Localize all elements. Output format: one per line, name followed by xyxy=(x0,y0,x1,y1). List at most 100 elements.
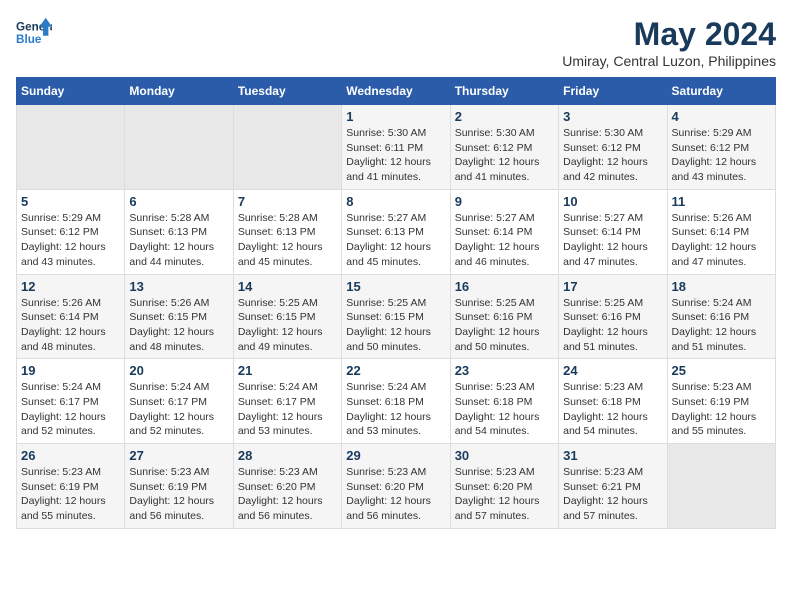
calendar-cell: 7 Sunrise: 5:28 AM Sunset: 6:13 PM Daylig… xyxy=(233,189,341,274)
calendar-cell: 10 Sunrise: 5:27 AM Sunset: 6:14 PM Dayli… xyxy=(559,189,667,274)
calendar-cell: 20 Sunrise: 5:24 AM Sunset: 6:17 PM Dayli… xyxy=(125,359,233,444)
weekday-header-monday: Monday xyxy=(125,78,233,105)
day-number: 4 xyxy=(672,109,771,124)
day-info: Sunrise: 5:30 AM Sunset: 6:12 PM Dayligh… xyxy=(563,126,662,185)
day-info: Sunrise: 5:24 AM Sunset: 6:17 PM Dayligh… xyxy=(21,380,120,439)
day-number: 14 xyxy=(238,279,337,294)
calendar-cell xyxy=(17,105,125,190)
week-row-1: 1 Sunrise: 5:30 AM Sunset: 6:11 PM Daylig… xyxy=(17,105,776,190)
day-info: Sunrise: 5:27 AM Sunset: 6:14 PM Dayligh… xyxy=(563,211,662,270)
calendar-cell: 14 Sunrise: 5:25 AM Sunset: 6:15 PM Dayli… xyxy=(233,274,341,359)
title-area: May 2024 Umiray, Central Luzon, Philippi… xyxy=(562,16,776,69)
main-title: May 2024 xyxy=(562,16,776,53)
day-number: 26 xyxy=(21,448,120,463)
subtitle: Umiray, Central Luzon, Philippines xyxy=(562,53,776,69)
day-number: 22 xyxy=(346,363,445,378)
weekday-header-sunday: Sunday xyxy=(17,78,125,105)
day-info: Sunrise: 5:23 AM Sunset: 6:20 PM Dayligh… xyxy=(238,465,337,524)
calendar-cell: 11Sunrise: 5:26 AM Sunset: 6:14 PM Dayli… xyxy=(667,189,775,274)
calendar-cell: 8 Sunrise: 5:27 AM Sunset: 6:13 PM Daylig… xyxy=(342,189,450,274)
day-number: 24 xyxy=(563,363,662,378)
calendar-cell: 25Sunrise: 5:23 AM Sunset: 6:19 PM Dayli… xyxy=(667,359,775,444)
calendar-cell: 12 Sunrise: 5:26 AM Sunset: 6:14 PM Dayli… xyxy=(17,274,125,359)
week-row-4: 19 Sunrise: 5:24 AM Sunset: 6:17 PM Dayli… xyxy=(17,359,776,444)
day-number: 29 xyxy=(346,448,445,463)
day-info: Sunrise: 5:30 AM Sunset: 6:12 PM Dayligh… xyxy=(455,126,554,185)
day-number: 21 xyxy=(238,363,337,378)
calendar-cell: 23Sunrise: 5:23 AM Sunset: 6:18 PM Dayli… xyxy=(450,359,558,444)
day-number: 1 xyxy=(346,109,445,124)
day-number: 2 xyxy=(455,109,554,124)
calendar-cell: 15 Sunrise: 5:25 AM Sunset: 6:15 PM Dayli… xyxy=(342,274,450,359)
day-number: 31 xyxy=(563,448,662,463)
day-number: 16 xyxy=(455,279,554,294)
calendar-cell: 30Sunrise: 5:23 AM Sunset: 6:20 PM Dayli… xyxy=(450,444,558,529)
calendar-cell: 31 Sunrise: 5:23 AM Sunset: 6:21 PM Dayli… xyxy=(559,444,667,529)
calendar-cell: 18 Sunrise: 5:24 AM Sunset: 6:16 PM Dayli… xyxy=(667,274,775,359)
calendar-cell: 16Sunrise: 5:25 AM Sunset: 6:16 PM Dayli… xyxy=(450,274,558,359)
day-info: Sunrise: 5:24 AM Sunset: 6:17 PM Dayligh… xyxy=(238,380,337,439)
logo-icon: General Blue xyxy=(16,16,52,52)
day-info: Sunrise: 5:23 AM Sunset: 6:19 PM Dayligh… xyxy=(21,465,120,524)
day-info: Sunrise: 5:25 AM Sunset: 6:15 PM Dayligh… xyxy=(238,296,337,355)
day-number: 5 xyxy=(21,194,120,209)
calendar-cell: 3 Sunrise: 5:30 AM Sunset: 6:12 PM Daylig… xyxy=(559,105,667,190)
day-info: Sunrise: 5:26 AM Sunset: 6:14 PM Dayligh… xyxy=(21,296,120,355)
weekday-header-saturday: Saturday xyxy=(667,78,775,105)
day-number: 9 xyxy=(455,194,554,209)
page-header: General Blue May 2024 Umiray, Central Lu… xyxy=(16,16,776,69)
day-info: Sunrise: 5:23 AM Sunset: 6:18 PM Dayligh… xyxy=(455,380,554,439)
week-row-2: 5Sunrise: 5:29 AM Sunset: 6:12 PM Daylig… xyxy=(17,189,776,274)
day-info: Sunrise: 5:30 AM Sunset: 6:11 PM Dayligh… xyxy=(346,126,445,185)
day-info: Sunrise: 5:27 AM Sunset: 6:13 PM Dayligh… xyxy=(346,211,445,270)
weekday-header-thursday: Thursday xyxy=(450,78,558,105)
calendar-cell: 26 Sunrise: 5:23 AM Sunset: 6:19 PM Dayli… xyxy=(17,444,125,529)
day-info: Sunrise: 5:25 AM Sunset: 6:15 PM Dayligh… xyxy=(346,296,445,355)
day-number: 15 xyxy=(346,279,445,294)
day-info: Sunrise: 5:23 AM Sunset: 6:19 PM Dayligh… xyxy=(129,465,228,524)
day-number: 8 xyxy=(346,194,445,209)
day-info: Sunrise: 5:23 AM Sunset: 6:18 PM Dayligh… xyxy=(563,380,662,439)
day-number: 6 xyxy=(129,194,228,209)
day-info: Sunrise: 5:24 AM Sunset: 6:17 PM Dayligh… xyxy=(129,380,228,439)
calendar-cell: 4 Sunrise: 5:29 AM Sunset: 6:12 PM Daylig… xyxy=(667,105,775,190)
calendar-cell: 21 Sunrise: 5:24 AM Sunset: 6:17 PM Dayli… xyxy=(233,359,341,444)
day-number: 20 xyxy=(129,363,228,378)
day-info: Sunrise: 5:23 AM Sunset: 6:19 PM Dayligh… xyxy=(672,380,771,439)
day-number: 10 xyxy=(563,194,662,209)
calendar-cell: 24 Sunrise: 5:23 AM Sunset: 6:18 PM Dayli… xyxy=(559,359,667,444)
day-number: 3 xyxy=(563,109,662,124)
day-info: Sunrise: 5:24 AM Sunset: 6:16 PM Dayligh… xyxy=(672,296,771,355)
week-row-5: 26 Sunrise: 5:23 AM Sunset: 6:19 PM Dayli… xyxy=(17,444,776,529)
day-info: Sunrise: 5:23 AM Sunset: 6:20 PM Dayligh… xyxy=(346,465,445,524)
week-row-3: 12 Sunrise: 5:26 AM Sunset: 6:14 PM Dayli… xyxy=(17,274,776,359)
weekday-header-tuesday: Tuesday xyxy=(233,78,341,105)
weekday-header-wednesday: Wednesday xyxy=(342,78,450,105)
weekday-header-row: SundayMondayTuesdayWednesdayThursdayFrid… xyxy=(17,78,776,105)
logo: General Blue xyxy=(16,16,52,52)
weekday-header-friday: Friday xyxy=(559,78,667,105)
calendar-cell: 22 Sunrise: 5:24 AM Sunset: 6:18 PM Dayli… xyxy=(342,359,450,444)
day-info: Sunrise: 5:23 AM Sunset: 6:21 PM Dayligh… xyxy=(563,465,662,524)
calendar-cell: 13Sunrise: 5:26 AM Sunset: 6:15 PM Dayli… xyxy=(125,274,233,359)
day-number: 12 xyxy=(21,279,120,294)
calendar-cell: 5Sunrise: 5:29 AM Sunset: 6:12 PM Daylig… xyxy=(17,189,125,274)
calendar-cell: 6 Sunrise: 5:28 AM Sunset: 6:13 PM Daylig… xyxy=(125,189,233,274)
calendar-cell: 1 Sunrise: 5:30 AM Sunset: 6:11 PM Daylig… xyxy=(342,105,450,190)
day-info: Sunrise: 5:24 AM Sunset: 6:18 PM Dayligh… xyxy=(346,380,445,439)
calendar-cell: 2 Sunrise: 5:30 AM Sunset: 6:12 PM Daylig… xyxy=(450,105,558,190)
day-info: Sunrise: 5:25 AM Sunset: 6:16 PM Dayligh… xyxy=(563,296,662,355)
day-info: Sunrise: 5:26 AM Sunset: 6:15 PM Dayligh… xyxy=(129,296,228,355)
day-number: 17 xyxy=(563,279,662,294)
day-number: 7 xyxy=(238,194,337,209)
svg-text:Blue: Blue xyxy=(16,33,42,46)
calendar-cell: 9Sunrise: 5:27 AM Sunset: 6:14 PM Daylig… xyxy=(450,189,558,274)
day-number: 11 xyxy=(672,194,771,209)
day-info: Sunrise: 5:28 AM Sunset: 6:13 PM Dayligh… xyxy=(129,211,228,270)
day-info: Sunrise: 5:29 AM Sunset: 6:12 PM Dayligh… xyxy=(672,126,771,185)
day-number: 30 xyxy=(455,448,554,463)
day-number: 18 xyxy=(672,279,771,294)
calendar-cell: 17 Sunrise: 5:25 AM Sunset: 6:16 PM Dayli… xyxy=(559,274,667,359)
day-number: 19 xyxy=(21,363,120,378)
day-info: Sunrise: 5:28 AM Sunset: 6:13 PM Dayligh… xyxy=(238,211,337,270)
